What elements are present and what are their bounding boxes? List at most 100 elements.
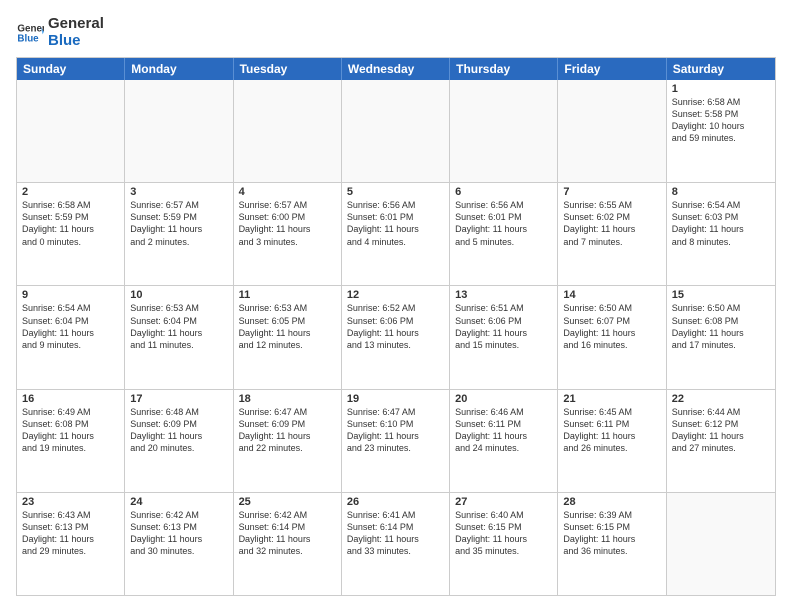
week-row-2: 9Sunrise: 6:54 AM Sunset: 6:04 PM Daylig… [17, 286, 775, 389]
day-cell-14: 14Sunrise: 6:50 AM Sunset: 6:07 PM Dayli… [558, 286, 666, 388]
empty-cell-0-5 [558, 80, 666, 182]
day-info: Sunrise: 6:47 AM Sunset: 6:09 PM Dayligh… [239, 406, 336, 455]
day-number: 15 [672, 289, 770, 301]
logo-blue: Blue [48, 33, 104, 50]
day-info: Sunrise: 6:41 AM Sunset: 6:14 PM Dayligh… [347, 509, 444, 558]
calendar-header: SundayMondayTuesdayWednesdayThursdayFrid… [17, 58, 775, 80]
header-day-monday: Monday [125, 58, 233, 80]
day-info: Sunrise: 6:44 AM Sunset: 6:12 PM Dayligh… [672, 406, 770, 455]
day-cell-17: 17Sunrise: 6:48 AM Sunset: 6:09 PM Dayli… [125, 390, 233, 492]
day-number: 25 [239, 496, 336, 508]
day-info: Sunrise: 6:54 AM Sunset: 6:03 PM Dayligh… [672, 199, 770, 248]
day-cell-11: 11Sunrise: 6:53 AM Sunset: 6:05 PM Dayli… [234, 286, 342, 388]
day-number: 24 [130, 496, 227, 508]
day-cell-12: 12Sunrise: 6:52 AM Sunset: 6:06 PM Dayli… [342, 286, 450, 388]
day-number: 28 [563, 496, 660, 508]
day-info: Sunrise: 6:40 AM Sunset: 6:15 PM Dayligh… [455, 509, 552, 558]
day-number: 6 [455, 186, 552, 198]
week-row-1: 2Sunrise: 6:58 AM Sunset: 5:59 PM Daylig… [17, 183, 775, 286]
logo-icon: General Blue [16, 19, 44, 47]
day-info: Sunrise: 6:47 AM Sunset: 6:10 PM Dayligh… [347, 406, 444, 455]
day-cell-1: 1Sunrise: 6:58 AM Sunset: 5:58 PM Daylig… [667, 80, 775, 182]
day-number: 2 [22, 186, 119, 198]
day-cell-2: 2Sunrise: 6:58 AM Sunset: 5:59 PM Daylig… [17, 183, 125, 285]
day-info: Sunrise: 6:49 AM Sunset: 6:08 PM Dayligh… [22, 406, 119, 455]
day-number: 7 [563, 186, 660, 198]
day-cell-15: 15Sunrise: 6:50 AM Sunset: 6:08 PM Dayli… [667, 286, 775, 388]
day-info: Sunrise: 6:57 AM Sunset: 5:59 PM Dayligh… [130, 199, 227, 248]
header-day-wednesday: Wednesday [342, 58, 450, 80]
day-info: Sunrise: 6:50 AM Sunset: 6:07 PM Dayligh… [563, 302, 660, 351]
day-number: 3 [130, 186, 227, 198]
week-row-3: 16Sunrise: 6:49 AM Sunset: 6:08 PM Dayli… [17, 390, 775, 493]
day-number: 14 [563, 289, 660, 301]
day-info: Sunrise: 6:39 AM Sunset: 6:15 PM Dayligh… [563, 509, 660, 558]
empty-cell-0-0 [17, 80, 125, 182]
day-info: Sunrise: 6:48 AM Sunset: 6:09 PM Dayligh… [130, 406, 227, 455]
day-info: Sunrise: 6:56 AM Sunset: 6:01 PM Dayligh… [455, 199, 552, 248]
header-day-sunday: Sunday [17, 58, 125, 80]
day-info: Sunrise: 6:53 AM Sunset: 6:04 PM Dayligh… [130, 302, 227, 351]
day-info: Sunrise: 6:42 AM Sunset: 6:13 PM Dayligh… [130, 509, 227, 558]
day-number: 5 [347, 186, 444, 198]
day-cell-10: 10Sunrise: 6:53 AM Sunset: 6:04 PM Dayli… [125, 286, 233, 388]
day-info: Sunrise: 6:55 AM Sunset: 6:02 PM Dayligh… [563, 199, 660, 248]
day-info: Sunrise: 6:57 AM Sunset: 6:00 PM Dayligh… [239, 199, 336, 248]
day-number: 26 [347, 496, 444, 508]
week-row-4: 23Sunrise: 6:43 AM Sunset: 6:13 PM Dayli… [17, 493, 775, 595]
day-number: 18 [239, 393, 336, 405]
day-number: 17 [130, 393, 227, 405]
svg-text:Blue: Blue [17, 33, 39, 44]
day-info: Sunrise: 6:58 AM Sunset: 5:58 PM Dayligh… [672, 96, 770, 145]
logo: General Blue General Blue [16, 16, 104, 49]
day-cell-7: 7Sunrise: 6:55 AM Sunset: 6:02 PM Daylig… [558, 183, 666, 285]
day-number: 13 [455, 289, 552, 301]
day-number: 9 [22, 289, 119, 301]
day-info: Sunrise: 6:52 AM Sunset: 6:06 PM Dayligh… [347, 302, 444, 351]
day-cell-27: 27Sunrise: 6:40 AM Sunset: 6:15 PM Dayli… [450, 493, 558, 595]
day-number: 10 [130, 289, 227, 301]
day-number: 12 [347, 289, 444, 301]
day-number: 27 [455, 496, 552, 508]
day-cell-18: 18Sunrise: 6:47 AM Sunset: 6:09 PM Dayli… [234, 390, 342, 492]
day-number: 21 [563, 393, 660, 405]
day-number: 20 [455, 393, 552, 405]
day-cell-3: 3Sunrise: 6:57 AM Sunset: 5:59 PM Daylig… [125, 183, 233, 285]
empty-cell-0-4 [450, 80, 558, 182]
calendar: SundayMondayTuesdayWednesdayThursdayFrid… [16, 57, 776, 596]
day-info: Sunrise: 6:50 AM Sunset: 6:08 PM Dayligh… [672, 302, 770, 351]
day-info: Sunrise: 6:53 AM Sunset: 6:05 PM Dayligh… [239, 302, 336, 351]
day-info: Sunrise: 6:54 AM Sunset: 6:04 PM Dayligh… [22, 302, 119, 351]
empty-cell-0-2 [234, 80, 342, 182]
day-info: Sunrise: 6:42 AM Sunset: 6:14 PM Dayligh… [239, 509, 336, 558]
day-number: 1 [672, 83, 770, 95]
day-number: 22 [672, 393, 770, 405]
day-number: 11 [239, 289, 336, 301]
day-cell-13: 13Sunrise: 6:51 AM Sunset: 6:06 PM Dayli… [450, 286, 558, 388]
day-cell-4: 4Sunrise: 6:57 AM Sunset: 6:00 PM Daylig… [234, 183, 342, 285]
empty-cell-4-6 [667, 493, 775, 595]
calendar-body: 1Sunrise: 6:58 AM Sunset: 5:58 PM Daylig… [17, 80, 775, 595]
week-row-0: 1Sunrise: 6:58 AM Sunset: 5:58 PM Daylig… [17, 80, 775, 183]
day-info: Sunrise: 6:45 AM Sunset: 6:11 PM Dayligh… [563, 406, 660, 455]
day-cell-26: 26Sunrise: 6:41 AM Sunset: 6:14 PM Dayli… [342, 493, 450, 595]
header-day-saturday: Saturday [667, 58, 775, 80]
day-info: Sunrise: 6:46 AM Sunset: 6:11 PM Dayligh… [455, 406, 552, 455]
day-cell-9: 9Sunrise: 6:54 AM Sunset: 6:04 PM Daylig… [17, 286, 125, 388]
day-number: 16 [22, 393, 119, 405]
day-cell-5: 5Sunrise: 6:56 AM Sunset: 6:01 PM Daylig… [342, 183, 450, 285]
day-cell-19: 19Sunrise: 6:47 AM Sunset: 6:10 PM Dayli… [342, 390, 450, 492]
day-number: 4 [239, 186, 336, 198]
empty-cell-0-1 [125, 80, 233, 182]
page: General Blue General Blue SundayMondayTu… [0, 0, 792, 612]
day-number: 8 [672, 186, 770, 198]
day-cell-20: 20Sunrise: 6:46 AM Sunset: 6:11 PM Dayli… [450, 390, 558, 492]
empty-cell-0-3 [342, 80, 450, 182]
day-cell-16: 16Sunrise: 6:49 AM Sunset: 6:08 PM Dayli… [17, 390, 125, 492]
day-cell-23: 23Sunrise: 6:43 AM Sunset: 6:13 PM Dayli… [17, 493, 125, 595]
header-day-tuesday: Tuesday [234, 58, 342, 80]
day-cell-24: 24Sunrise: 6:42 AM Sunset: 6:13 PM Dayli… [125, 493, 233, 595]
day-cell-21: 21Sunrise: 6:45 AM Sunset: 6:11 PM Dayli… [558, 390, 666, 492]
header-day-friday: Friday [558, 58, 666, 80]
day-cell-6: 6Sunrise: 6:56 AM Sunset: 6:01 PM Daylig… [450, 183, 558, 285]
